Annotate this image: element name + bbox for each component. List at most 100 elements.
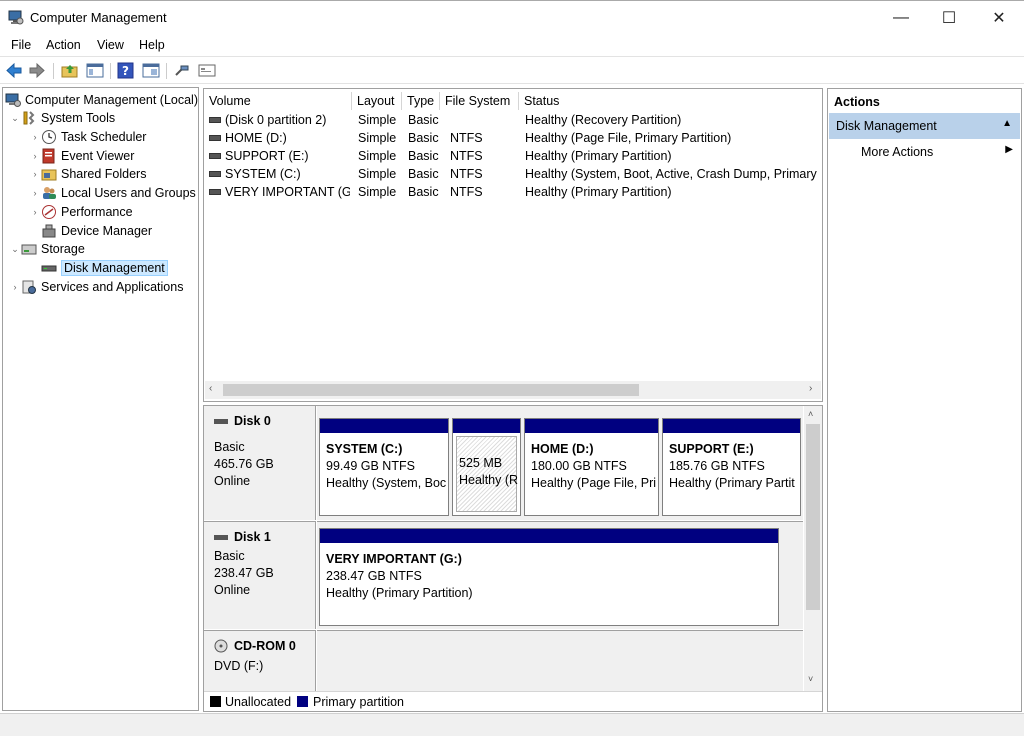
column-header-volume[interactable]: Volume <box>204 92 352 110</box>
horizontal-scrollbar[interactable]: ‹ › <box>205 381 821 399</box>
disk-1-size: 238.47 GB <box>214 566 274 580</box>
scrollbar-thumb[interactable] <box>806 424 820 610</box>
scroll-right-icon[interactable]: › <box>809 383 812 394</box>
minimize-button[interactable]: — <box>878 1 924 35</box>
forward-arrow-icon[interactable] <box>28 62 46 79</box>
partition-size: 238.47 GB NTFS <box>326 569 422 583</box>
column-header-type[interactable]: Type <box>402 92 440 110</box>
chevron-right-icon[interactable]: › <box>29 151 41 161</box>
menu-file[interactable]: File <box>11 38 31 52</box>
disk-1-label[interactable]: Disk 1 Basic 238.47 GB Online <box>204 521 316 629</box>
tree-item-performance[interactable]: › Performance <box>29 203 133 221</box>
actions-section-disk-management[interactable]: Disk Management ▲ <box>829 113 1020 139</box>
chevron-right-icon[interactable]: › <box>9 282 21 292</box>
export-list-icon[interactable] <box>198 62 216 79</box>
connect-icon[interactable] <box>173 62 191 79</box>
tree-item-services-applications[interactable]: › Services and Applications <box>9 278 183 296</box>
more-actions-item[interactable]: More Actions <box>861 145 933 159</box>
tree-label: Shared Folders <box>61 167 147 181</box>
up-folder-icon[interactable] <box>61 62 79 79</box>
cell-layout: Simple <box>358 149 397 163</box>
menu-help[interactable]: Help <box>139 38 165 52</box>
scrollbar-thumb[interactable] <box>223 384 639 396</box>
chevron-right-icon[interactable]: › <box>29 188 41 198</box>
collapse-up-icon[interactable]: ▲ <box>1002 118 1012 129</box>
disk-0-type: Basic <box>214 440 245 454</box>
chevron-right-icon[interactable]: › <box>29 207 41 217</box>
users-icon <box>41 185 57 201</box>
tree-label: Local Users and Groups <box>61 186 196 200</box>
tree-item-computer-management[interactable]: Computer Management (Local) <box>5 91 198 109</box>
cell-status: Healthy (Page File, Primary Partition) <box>525 131 732 145</box>
partition-status: Healthy (Primary Partit <box>669 476 795 490</box>
disk-1-state: Online <box>214 583 251 597</box>
chevron-right-icon[interactable]: › <box>29 132 41 142</box>
cell-status: Healthy (Primary Partition) <box>525 185 672 199</box>
device-manager-icon <box>41 223 57 239</box>
partition-system-c[interactable]: SYSTEM (C:) 99.49 GB NTFS Healthy (Syste… <box>319 418 449 516</box>
back-arrow-icon[interactable] <box>5 62 23 79</box>
tree-label: Task Scheduler <box>61 130 147 144</box>
console-tree: Computer Management (Local) ⌄ System Too… <box>2 87 199 711</box>
maximize-button[interactable]: ☐ <box>926 1 972 35</box>
column-header-status[interactable]: Status <box>519 92 822 110</box>
cell-type: Basic <box>408 149 439 163</box>
table-row[interactable]: HOME (D:) Simple Basic NTFS Healthy (Pag… <box>204 129 822 147</box>
menu-view[interactable]: View <box>97 38 124 52</box>
volume-list-header: Volume Layout Type File System Status <box>204 92 822 110</box>
tree-item-disk-management[interactable]: Disk Management <box>41 259 168 277</box>
primary-partition-bar <box>453 419 520 433</box>
partition-recovery[interactable]: 525 MB Healthy (R <box>452 418 521 516</box>
disk-0-label[interactable]: Disk 0 Basic 465.76 GB Online <box>204 406 316 520</box>
disk-0-name: Disk 0 <box>214 414 271 428</box>
tree-item-task-scheduler[interactable]: › Task Scheduler <box>29 128 146 146</box>
tree-item-storage[interactable]: ⌄ Storage <box>9 240 85 258</box>
submenu-arrow-icon[interactable]: ▶ <box>1005 144 1013 155</box>
tree-item-local-users[interactable]: › Local Users and Groups <box>29 184 196 202</box>
toolbar-separator <box>53 63 54 79</box>
console-tree-icon[interactable] <box>86 62 104 79</box>
scroll-down-icon[interactable]: ˅ <box>808 674 813 684</box>
partition-legend: Unallocated Primary partition <box>204 691 822 711</box>
close-button[interactable]: ✕ <box>976 1 1022 35</box>
tree-label: Device Manager <box>61 224 153 238</box>
help-icon[interactable]: ? <box>117 62 135 79</box>
chevron-down-icon[interactable]: ⌄ <box>9 244 21 255</box>
primary-partition-bar <box>525 419 658 433</box>
services-icon <box>21 279 37 295</box>
table-row[interactable]: VERY IMPORTANT (G:) Simple Basic NTFS He… <box>204 183 822 201</box>
chevron-right-icon[interactable]: › <box>29 169 41 179</box>
partition-home-d[interactable]: HOME (D:) 180.00 GB NTFS Healthy (Page F… <box>524 418 659 516</box>
tree-item-system-tools[interactable]: ⌄ System Tools <box>9 109 115 127</box>
legend-unallocated: Unallocated <box>225 695 292 709</box>
cell-layout: Simple <box>358 185 397 199</box>
table-row[interactable]: SUPPORT (E:) Simple Basic NTFS Healthy (… <box>204 147 822 165</box>
cell-file-system: NTFS <box>450 131 483 145</box>
cdrom-0-area <box>317 630 803 691</box>
tree-item-event-viewer[interactable]: › Event Viewer <box>29 147 134 165</box>
partition-size: 180.00 GB NTFS <box>531 459 627 473</box>
table-row[interactable]: SYSTEM (C:) Simple Basic NTFS Healthy (S… <box>204 165 822 183</box>
scroll-left-icon[interactable]: ‹ <box>209 383 212 394</box>
cdrom-0-name: CD-ROM 0 <box>214 639 296 653</box>
menu-action[interactable]: Action <box>46 38 81 52</box>
partition-very-important-g[interactable]: VERY IMPORTANT (G:) 238.47 GB NTFS Healt… <box>319 528 779 626</box>
properties-pane-icon[interactable] <box>142 62 160 79</box>
vertical-scrollbar[interactable]: ˄ ˅ <box>804 406 822 691</box>
table-row[interactable]: (Disk 0 partition 2) Simple Basic Health… <box>204 111 822 129</box>
partition-support-e[interactable]: SUPPORT (E:) 185.76 GB NTFS Healthy (Pri… <box>662 418 801 516</box>
column-header-layout[interactable]: Layout <box>352 92 402 110</box>
cell-volume: (Disk 0 partition 2) <box>225 113 327 127</box>
partition-name: HOME (D:) <box>531 442 594 456</box>
actions-header: Actions <box>834 95 880 109</box>
chevron-down-icon[interactable]: ⌄ <box>9 113 21 124</box>
disk-map: Disk 0 Basic 465.76 GB Online SYSTEM (C:… <box>203 405 823 712</box>
tree-label: Disk Management <box>61 260 168 276</box>
tree-item-device-manager[interactable]: Device Manager <box>41 222 152 240</box>
partition-size: 525 MB <box>459 456 503 470</box>
cdrom-0-label[interactable]: CD-ROM 0 DVD (F:) <box>204 630 316 691</box>
scroll-up-icon[interactable]: ˄ <box>808 409 813 419</box>
column-header-file-system[interactable]: File System <box>440 92 519 110</box>
tree-item-shared-folders[interactable]: › Shared Folders <box>29 165 147 183</box>
partition-status: Healthy (System, Boc <box>326 476 447 490</box>
